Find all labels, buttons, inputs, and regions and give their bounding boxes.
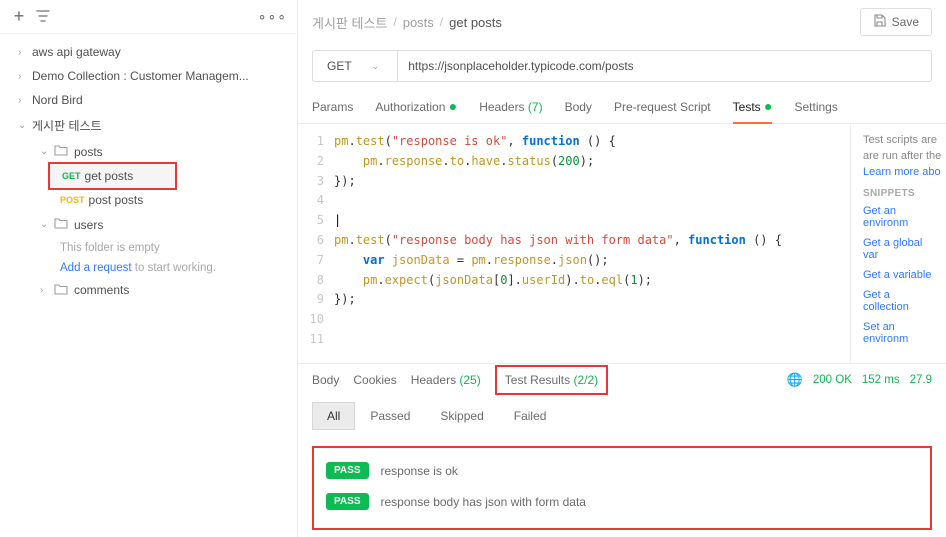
pass-badge: PASS <box>326 493 369 510</box>
chevron-down-icon: ⌄ <box>18 120 32 131</box>
rtab-test-results[interactable]: Test Results (2/2) <box>495 365 608 395</box>
method-badge-post: POST <box>60 195 85 205</box>
test-result-row: PASS response body has json with form da… <box>326 493 918 510</box>
chevron-right-icon: › <box>18 71 32 82</box>
tab-settings[interactable]: Settings <box>794 92 837 123</box>
sidebar: + ∘∘∘ ›aws api gateway ›Demo Collection … <box>0 0 298 537</box>
filter-all[interactable]: All <box>312 402 355 430</box>
request-url-bar: GET ⌄ <box>298 44 946 92</box>
pass-badge: PASS <box>326 462 369 479</box>
folder-icon <box>54 283 68 298</box>
test-result-text: response is ok <box>381 464 458 478</box>
status-dot-icon: ● <box>764 98 772 114</box>
chevron-right-icon: › <box>40 285 54 296</box>
collection-item[interactable]: ›Nord Bird <box>0 88 297 112</box>
rtab-headers[interactable]: Headers (25) <box>411 373 481 387</box>
chevron-down-icon: ⌄ <box>40 219 54 230</box>
filter-failed[interactable]: Failed <box>499 402 562 430</box>
folder-icon <box>54 144 68 159</box>
result-filters: All Passed Skipped Failed <box>298 396 946 436</box>
request-item-post-posts[interactable]: POSTpost posts <box>0 188 297 212</box>
snippet-link[interactable]: Get a variable <box>863 269 938 281</box>
breadcrumb-segment[interactable]: 게시판 테스트 <box>312 13 387 32</box>
chevron-right-icon: › <box>18 47 32 58</box>
save-icon <box>873 14 886 30</box>
filter-icon[interactable] <box>36 9 50 25</box>
url-input[interactable] <box>397 50 932 82</box>
folder-item[interactable]: ⌄users <box>0 212 297 237</box>
globe-icon[interactable]: 🌐 <box>787 372 803 388</box>
more-icon[interactable]: ∘∘∘ <box>258 8 287 25</box>
sidebar-toolbar: + ∘∘∘ <box>0 0 297 34</box>
chevron-down-icon: ⌄ <box>372 61 380 72</box>
folder-icon <box>54 217 68 232</box>
new-icon[interactable]: + <box>10 6 28 27</box>
response-time: 152 ms <box>862 374 900 386</box>
method-select[interactable]: GET ⌄ <box>312 50 397 82</box>
collection-item[interactable]: ⌄게시판 테스트 <box>0 112 297 139</box>
snippet-link[interactable]: Get an environm <box>863 205 938 229</box>
filter-passed[interactable]: Passed <box>355 402 425 430</box>
response-tabs: Body Cookies Headers (25) Test Results (… <box>298 364 946 396</box>
tab-body[interactable]: Body <box>565 92 592 123</box>
tab-params[interactable]: Params <box>312 92 353 123</box>
collection-item[interactable]: ›Demo Collection : Customer Managem... <box>0 64 297 88</box>
folder-item[interactable]: ›comments <box>0 278 297 303</box>
collection-item[interactable]: ›aws api gateway <box>0 40 297 64</box>
response-status: 🌐 200 OK 152 ms 27.9 <box>787 372 932 388</box>
status-dot-icon: ● <box>449 98 457 114</box>
test-result-row: PASS response is ok <box>326 462 918 479</box>
breadcrumb-segment[interactable]: posts <box>403 15 434 30</box>
tab-headers[interactable]: Headers (7) <box>479 92 542 123</box>
chevron-right-icon: › <box>18 95 32 106</box>
folder-item[interactable]: ⌄posts <box>0 139 297 164</box>
snippet-link[interactable]: Get a collection <box>863 289 938 313</box>
main-panel: 게시판 테스트 / posts / get posts Save GET ⌄ P… <box>298 0 946 537</box>
snippet-link[interactable]: Set an environm <box>863 321 938 345</box>
rtab-body[interactable]: Body <box>312 373 339 387</box>
filter-skipped[interactable]: Skipped <box>425 402 498 430</box>
snippet-link[interactable]: Get a global var <box>863 237 938 261</box>
breadcrumb-segment[interactable]: get posts <box>449 15 502 30</box>
status-code: 200 OK <box>813 374 852 386</box>
method-badge-get: GET <box>62 171 81 181</box>
request-item-get-posts[interactable]: GETget posts <box>50 164 175 188</box>
snippets-panel: Test scripts are are run after the Learn… <box>850 124 946 363</box>
response-size: 27.9 <box>910 374 932 386</box>
rtab-cookies[interactable]: Cookies <box>353 373 396 387</box>
tab-authorization[interactable]: Authorization ● <box>375 92 457 123</box>
add-request-hint: Add a request to start working. <box>0 259 297 277</box>
code-editor[interactable]: 1pm.test("response is ok", function () {… <box>298 124 850 363</box>
save-button[interactable]: Save <box>860 8 932 36</box>
test-results-list: PASS response is ok PASS response body h… <box>312 446 932 530</box>
tab-prerequest[interactable]: Pre-request Script <box>614 92 711 123</box>
test-result-text: response body has json with form data <box>381 495 586 509</box>
tab-tests[interactable]: Tests ● <box>733 92 773 124</box>
chevron-down-icon: ⌄ <box>40 146 54 157</box>
breadcrumb: 게시판 테스트 / posts / get posts Save <box>298 0 946 44</box>
empty-folder-message: This folder is empty <box>0 239 297 257</box>
add-request-link[interactable]: Add a request <box>60 262 132 274</box>
collection-tree: ›aws api gateway ›Demo Collection : Cust… <box>0 34 297 309</box>
request-tabs: Params Authorization ● Headers (7) Body … <box>298 92 946 124</box>
learn-more-link[interactable]: Learn more abo <box>863 166 938 178</box>
